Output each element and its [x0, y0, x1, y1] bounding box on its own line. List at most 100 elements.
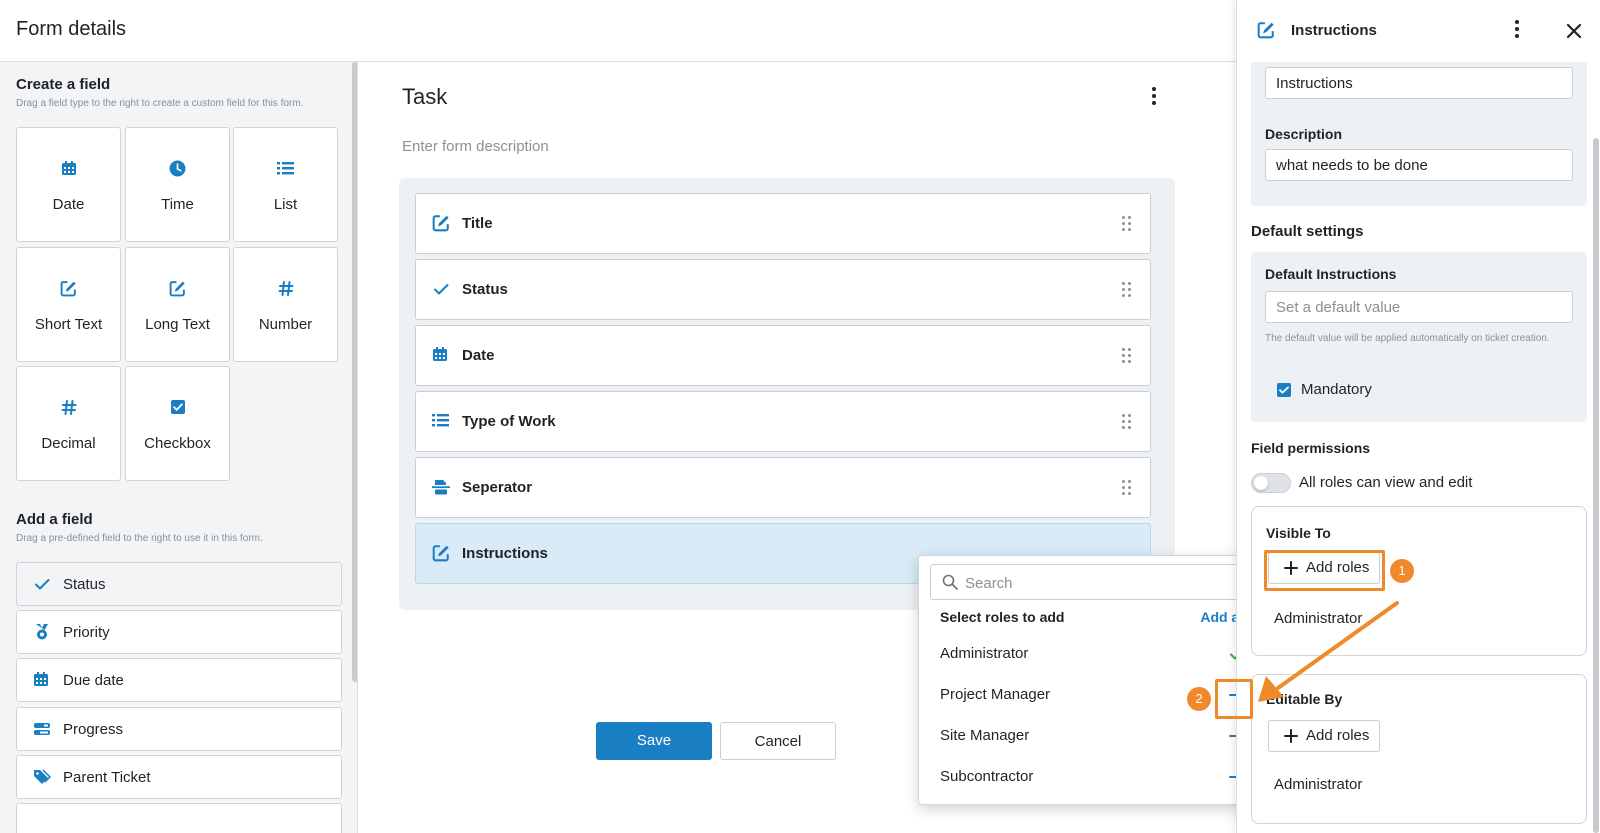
hash-icon [17, 399, 120, 421]
edit-icon [432, 214, 452, 234]
role-option-label: Project Manager [940, 686, 1051, 703]
tile-short-text[interactable]: Short Text [16, 247, 121, 362]
description-label: Description [1265, 126, 1343, 142]
search-icon [942, 574, 958, 590]
tile-list[interactable]: List [233, 127, 338, 242]
description-input[interactable] [1265, 149, 1573, 181]
field-name-input[interactable] [1265, 67, 1573, 99]
role-option-site-manager[interactable]: Site Manager [919, 716, 1263, 756]
calendar-icon [17, 160, 120, 182]
form-field-label: Title [462, 215, 493, 232]
default-value-input[interactable] [1265, 291, 1573, 323]
form-more-icon[interactable] [1144, 84, 1164, 112]
default-value-label: Default Instructions [1265, 266, 1397, 282]
form-field-title[interactable]: Title [415, 193, 1151, 254]
tile-number[interactable]: Number [233, 247, 338, 362]
tile-label: Checkbox [144, 435, 211, 452]
drag-handle-icon[interactable] [1122, 480, 1132, 496]
save-button[interactable]: Save [596, 722, 712, 760]
check-icon [33, 575, 53, 595]
mandatory-label: Mandatory [1301, 381, 1372, 398]
edit-icon [1257, 21, 1277, 41]
form-field-label: Seperator [462, 479, 533, 496]
form-description[interactable]: Enter form description [402, 138, 549, 155]
tile-decimal[interactable]: Decimal [16, 366, 121, 481]
role-option-subcontractor[interactable]: Subcontractor [919, 757, 1263, 797]
app-header: Form details [0, 0, 1236, 62]
annotation-highlight-plus [1215, 679, 1253, 719]
progress-icon [33, 720, 53, 740]
tile-time[interactable]: Time [125, 127, 230, 242]
tile-label: Number [258, 316, 313, 333]
form-field-label: Date [462, 347, 495, 364]
visible-role-administrator: Administrator [1274, 610, 1363, 627]
tile-label: Date [52, 196, 85, 213]
form-field-type-of-work[interactable]: Type of Work [415, 391, 1151, 452]
annotation-badge-2: 2 [1187, 687, 1211, 711]
settings-panel-header: Instructions [1237, 0, 1600, 62]
default-settings-title: Default settings [1251, 223, 1364, 240]
form-field-label: Type of Work [462, 413, 556, 430]
list-icon [432, 412, 452, 432]
cancel-button[interactable]: Cancel [720, 722, 836, 760]
predefined-status[interactable]: Status [16, 562, 342, 606]
predefined-label: Priority [63, 624, 110, 641]
editable-add-roles-button[interactable]: Add roles [1268, 720, 1380, 752]
calendar-icon [33, 671, 53, 691]
drag-handle-icon[interactable] [1122, 414, 1132, 430]
tile-checkbox[interactable]: Checkbox [125, 366, 230, 481]
drag-handle-icon[interactable] [1122, 216, 1132, 232]
page-title: Form details [16, 18, 127, 40]
form-title: Task [402, 84, 448, 109]
role-search-field[interactable] [930, 564, 1250, 600]
close-icon[interactable] [1563, 20, 1585, 42]
edit-icon [432, 544, 452, 564]
role-option-label: Site Manager [940, 727, 1030, 744]
add-field-subtitle: Drag a pre-defined field to the right to… [16, 533, 263, 544]
medal-icon [33, 623, 53, 643]
tile-label: Time [161, 196, 194, 213]
tile-label: Decimal [41, 435, 96, 452]
form-field-date[interactable]: Date [415, 325, 1151, 386]
all-roles-label: All roles can view and edit [1299, 474, 1473, 491]
default-settings-box: Default Instructions The default value w… [1251, 252, 1587, 422]
add-field-title: Add a field [16, 511, 93, 528]
annotation-highlight-add-roles [1264, 550, 1385, 591]
right-scrollbar[interactable] [1593, 138, 1599, 833]
predefined-item-partial[interactable] [16, 803, 342, 833]
tile-long-text[interactable]: Long Text [125, 247, 230, 362]
tile-date[interactable]: Date [16, 127, 121, 242]
role-option-administrator[interactable]: Administrator [919, 634, 1263, 674]
role-option-project-manager[interactable]: Project Manager [919, 675, 1263, 715]
form-field-seperator[interactable]: Seperator [415, 457, 1151, 518]
predefined-due-date[interactable]: Due date [16, 658, 342, 702]
predefined-parent-ticket[interactable]: Parent Ticket [16, 755, 342, 799]
annotation-badge-1: 1 [1390, 559, 1414, 583]
create-field-subtitle: Drag a field type to the right to create… [16, 98, 304, 109]
predefined-label: Progress [63, 721, 124, 738]
form-field-label: Instructions [462, 545, 548, 562]
role-search-input[interactable] [965, 572, 1235, 594]
settings-more-icon[interactable] [1507, 17, 1527, 45]
form-field-status[interactable]: Status [415, 259, 1151, 320]
predefined-priority[interactable]: Priority [16, 610, 342, 654]
hash-icon [234, 280, 337, 302]
plus-icon [1284, 729, 1298, 743]
editable-by-box: Editable By Add roles Administrator [1251, 674, 1587, 824]
tile-label: Short Text [34, 316, 103, 333]
predefined-label: Status [63, 576, 106, 593]
all-roles-toggle[interactable] [1251, 473, 1291, 493]
tag-icon [33, 768, 53, 788]
predefined-label: Due date [63, 672, 124, 689]
role-picker-heading: Select roles to add [940, 609, 1065, 625]
role-picker-dropdown: Select roles to add Add all Administrato… [918, 555, 1262, 805]
default-value-help: The default value will be applied automa… [1265, 333, 1550, 344]
drag-handle-icon[interactable] [1122, 348, 1132, 364]
checkbox-icon [126, 399, 229, 421]
drag-handle-icon[interactable] [1122, 282, 1132, 298]
clock-icon [126, 160, 229, 182]
list-icon [234, 160, 337, 182]
field-permissions-title: Field permissions [1251, 440, 1371, 456]
predefined-progress[interactable]: Progress [16, 707, 342, 751]
mandatory-checkbox[interactable] [1277, 383, 1291, 397]
